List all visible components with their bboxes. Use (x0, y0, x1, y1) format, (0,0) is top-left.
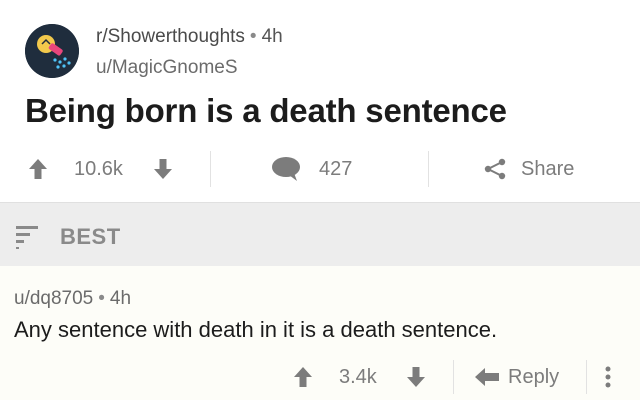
subreddit-avatar-icon[interactable] (25, 24, 79, 78)
upvote-arrow-icon (293, 366, 313, 388)
comment-author[interactable]: u/dq8705 (14, 288, 93, 309)
post-age: 4h (261, 26, 283, 47)
post-downvote-button[interactable] (153, 146, 173, 192)
comment-sort-bar[interactable]: BEST (0, 202, 640, 266)
reply-arrow-icon (474, 367, 500, 387)
post-upvote-button[interactable] (28, 146, 48, 192)
comment-more-button[interactable] (604, 360, 612, 394)
comment-actions: 3.4k Reply (0, 360, 640, 394)
post-meta: r/Showerthoughts • 4h (96, 26, 283, 48)
comment-card: u/dq8705 • 4h Any sentence with death in i… (0, 266, 640, 400)
sort-label: BEST (60, 224, 121, 249)
action-divider (586, 360, 587, 394)
post-title[interactable]: Being born is a death sentence (25, 92, 507, 130)
post-comments-button[interactable]: 427 (271, 146, 352, 192)
action-divider (428, 151, 429, 187)
upvote-arrow-icon (28, 158, 48, 180)
sort-lines-icon (16, 225, 40, 249)
share-label: Share (521, 157, 575, 180)
action-divider (210, 151, 211, 187)
comment-reply-button[interactable]: Reply (474, 360, 559, 394)
meta-separator: • (98, 288, 105, 309)
reply-label: Reply (508, 365, 560, 388)
meta-separator: • (249, 26, 257, 47)
post-actions: 10.6k 427 Share (0, 146, 640, 192)
action-divider (453, 360, 454, 394)
downvote-arrow-icon (153, 158, 173, 180)
comment-age: 4h (109, 288, 132, 309)
post-comment-count: 427 (319, 157, 353, 180)
comment-upvote-button[interactable] (293, 360, 313, 394)
post-score: 10.6k (74, 157, 123, 180)
subreddit-link[interactable]: r/Showerthoughts (96, 26, 245, 47)
post-card: r/Showerthoughts • 4h u/MagicGnomeS Being … (0, 0, 640, 202)
share-icon (483, 157, 507, 181)
post-share-button[interactable]: Share (483, 146, 574, 192)
comment-downvote-button[interactable] (406, 360, 426, 394)
comment-meta: u/dq8705 • 4h (14, 288, 131, 310)
post-author[interactable]: u/MagicGnomeS (96, 57, 238, 79)
speech-bubble-icon (271, 156, 301, 182)
more-vertical-icon (604, 365, 612, 389)
comment-body: Any sentence with death in it is a death… (14, 317, 498, 342)
comment-score: 3.4k (339, 365, 377, 388)
downvote-arrow-icon (406, 366, 426, 388)
